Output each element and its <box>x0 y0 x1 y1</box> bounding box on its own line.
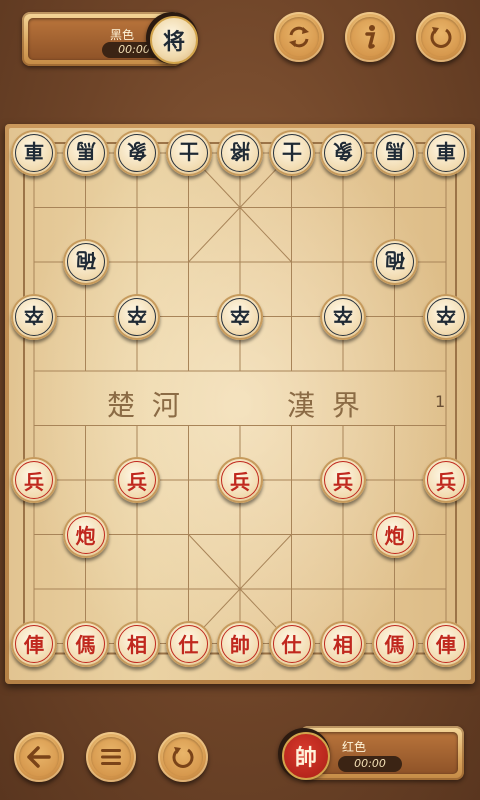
menu-button[interactable] <box>86 732 136 782</box>
black-piece[interactable]: 車 <box>423 130 469 176</box>
back-button[interactable] <box>14 732 64 782</box>
piece-char: 砲 <box>66 243 105 281</box>
piece-char: 俥 <box>15 624 53 663</box>
red-piece[interactable]: 炮 <box>62 511 109 558</box>
red-piece[interactable]: 傌 <box>371 620 418 667</box>
piece-char: 相 <box>118 624 156 663</box>
piece-char: 傌 <box>375 624 414 663</box>
piece-char: 馬 <box>375 134 414 172</box>
piece-char: 兵 <box>221 461 259 499</box>
red-piece[interactable]: 兵 <box>11 457 57 503</box>
black-avatar-char: 将 <box>162 29 185 55</box>
red-piece[interactable]: 兵 <box>217 457 263 503</box>
piece-char: 炮 <box>375 515 414 554</box>
board-frame: 楚 河 漢 界 1 <box>5 124 475 684</box>
red-piece[interactable]: 兵 <box>423 457 469 503</box>
black-piece[interactable]: 象 <box>320 130 366 176</box>
piece-char: 車 <box>15 134 53 172</box>
piece-char: 兵 <box>427 461 465 499</box>
red-piece[interactable]: 兵 <box>114 457 160 503</box>
black-piece[interactable]: 馬 <box>371 130 418 176</box>
piece-char: 俥 <box>427 624 465 663</box>
black-piece[interactable]: 砲 <box>371 239 418 285</box>
black-piece[interactable]: 馬 <box>62 130 109 176</box>
piece-char: 卒 <box>324 297 362 336</box>
xiangqi-board[interactable]: 楚 河 漢 界 1 <box>9 128 471 680</box>
piece-char: 砲 <box>375 243 414 281</box>
red-piece[interactable]: 相 <box>114 620 160 667</box>
piece-char: 卒 <box>15 297 53 336</box>
piece-char: 象 <box>118 134 156 172</box>
swap-icon <box>289 26 309 48</box>
piece-char: 兵 <box>118 461 156 499</box>
piece-char: 傌 <box>66 624 105 663</box>
river-left-text: 楚 河 <box>107 389 184 422</box>
black-piece[interactable]: 卒 <box>320 293 366 340</box>
piece-char: 仕 <box>272 624 311 663</box>
black-piece[interactable]: 卒 <box>423 293 469 340</box>
river-right-text: 漢 界 <box>287 389 364 422</box>
piece-char: 士 <box>272 134 311 172</box>
red-player-timer: 00:00 <box>338 756 402 772</box>
restart-button[interactable] <box>416 12 466 62</box>
red-piece[interactable]: 相 <box>320 620 366 667</box>
piece-char: 卒 <box>221 297 259 336</box>
red-piece[interactable]: 仕 <box>165 620 212 667</box>
bottom-bar: 红色 00:00 帥 <box>0 712 480 800</box>
piece-char: 卒 <box>427 297 465 336</box>
piece-char: 卒 <box>118 297 156 336</box>
piece-char: 炮 <box>66 515 105 554</box>
piece-char: 象 <box>324 134 362 172</box>
piece-char: 相 <box>324 624 362 663</box>
black-piece[interactable]: 卒 <box>114 293 160 340</box>
piece-char: 兵 <box>15 461 53 499</box>
piece-char: 車 <box>427 134 465 172</box>
menu-icon <box>101 749 121 765</box>
info-icon <box>365 25 376 49</box>
piece-char: 兵 <box>324 461 362 499</box>
black-piece[interactable]: 象 <box>114 130 160 176</box>
red-piece[interactable]: 炮 <box>371 511 418 558</box>
piece-char: 將 <box>221 134 259 172</box>
black-piece[interactable]: 士 <box>165 130 212 176</box>
black-piece[interactable]: 卒 <box>217 293 263 340</box>
black-piece[interactable]: 士 <box>268 130 315 176</box>
red-player-name: 红色 <box>342 740 367 754</box>
red-piece[interactable]: 俥 <box>11 620 57 667</box>
red-player-avatar: 帥 <box>278 728 330 780</box>
black-piece[interactable]: 砲 <box>62 239 109 285</box>
piece-char: 士 <box>169 134 208 172</box>
red-avatar-char: 帥 <box>294 745 317 771</box>
black-piece[interactable]: 卒 <box>11 293 57 340</box>
red-piece[interactable]: 傌 <box>62 620 109 667</box>
black-piece[interactable]: 車 <box>11 130 57 176</box>
red-piece[interactable]: 兵 <box>320 457 366 503</box>
piece-char: 馬 <box>66 134 105 172</box>
refresh-icon <box>172 747 194 768</box>
undo-button[interactable] <box>158 732 208 782</box>
swap-sides-button[interactable] <box>274 12 324 62</box>
arrow-left-icon <box>27 746 51 768</box>
black-player-avatar: 将 <box>146 12 198 64</box>
piece-char: 帥 <box>221 624 259 663</box>
black-piece[interactable]: 將 <box>217 130 263 176</box>
red-piece[interactable]: 仕 <box>268 620 315 667</box>
red-piece[interactable]: 帥 <box>217 620 263 667</box>
red-piece[interactable]: 俥 <box>423 620 469 667</box>
refresh-icon <box>430 27 452 48</box>
board-grid <box>23 142 457 655</box>
black-player-name: 黑色 <box>110 28 135 42</box>
piece-char: 仕 <box>169 624 208 663</box>
move-counter: 1 <box>435 392 446 411</box>
top-bar: 黑色 00:00 将 <box>0 0 480 100</box>
info-button[interactable] <box>345 12 395 62</box>
